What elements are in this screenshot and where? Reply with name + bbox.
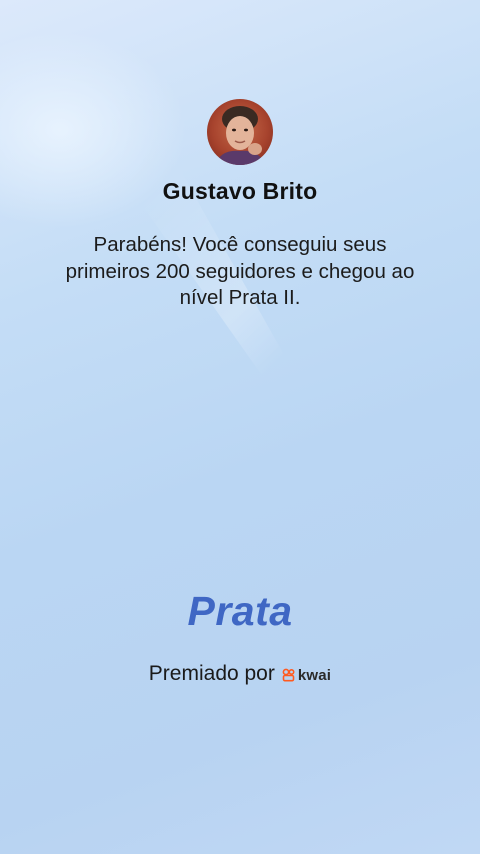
kwai-brand-name: kwai [297, 666, 332, 684]
awarded-by-label: Premiado por [148, 662, 275, 685]
avatar[interactable] [207, 99, 273, 165]
profile-name: Gustavo Brito [162, 178, 318, 204]
kwai-logo[interactable]: kwai [282, 667, 331, 684]
congratulations-message: Parabéns! Você conseguiu seus primeiros … [65, 233, 415, 309]
avatar-photo [215, 106, 265, 165]
awarded-by-row: Premiado por kwai [0, 662, 480, 686]
kwai-logo-icon [282, 668, 295, 682]
badge-level-title: Prata [187, 588, 293, 634]
